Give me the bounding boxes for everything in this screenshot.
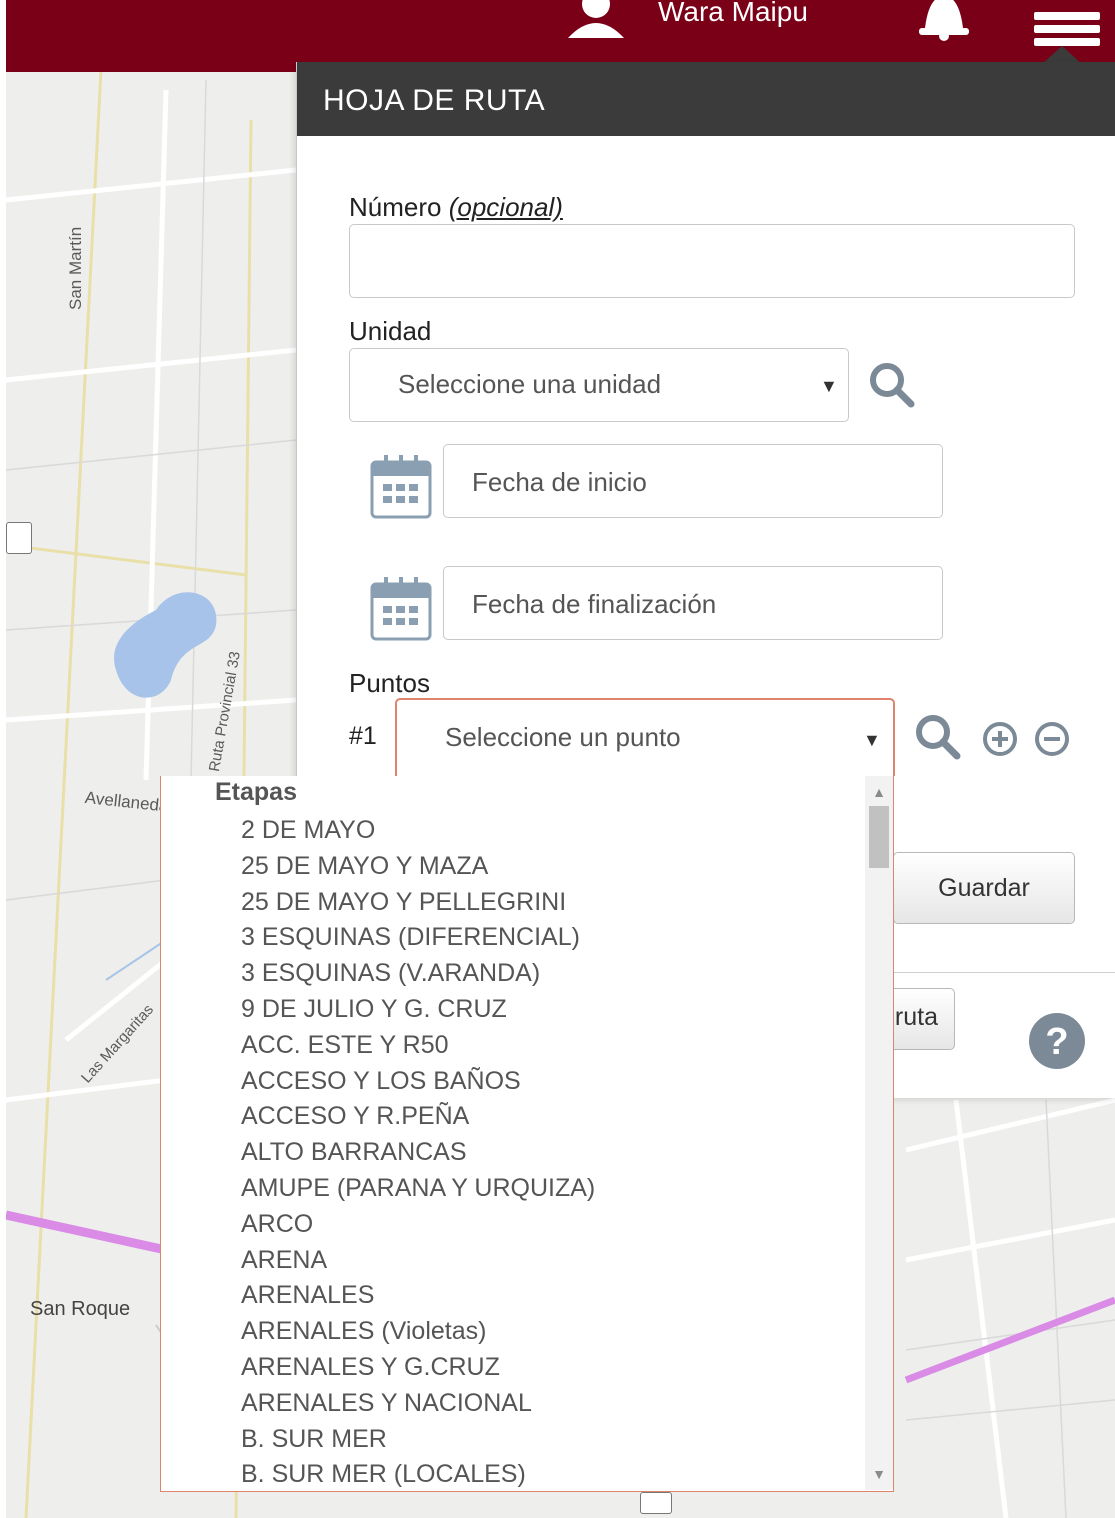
help-icon[interactable]: ?: [1028, 1012, 1086, 1070]
scrollbar-thumb[interactable]: [869, 806, 889, 868]
bell-icon[interactable]: [911, 0, 977, 44]
numero-label: Número (opcional): [349, 192, 563, 222]
dropdown-option[interactable]: ALTO BARRANCAS: [241, 1135, 595, 1171]
punto-dropdown-list[interactable]: Etapas 2 DE MAYO 25 DE MAYO Y MAZA 25 DE…: [160, 776, 894, 1492]
dropdown-option[interactable]: 9 DE JULIO Y G. CRUZ: [241, 992, 595, 1028]
dropdown-option[interactable]: 25 DE MAYO Y MAZA: [241, 849, 595, 885]
add-point-icon[interactable]: [981, 720, 1019, 758]
dropdown-options: 2 DE MAYO 25 DE MAYO Y MAZA 25 DE MAYO Y…: [241, 813, 595, 1491]
scroll-down-arrow-icon[interactable]: ▼: [865, 1464, 893, 1484]
dropdown-option[interactable]: ARENALES Y G.CRUZ: [241, 1350, 595, 1386]
map-marker-bottom: [640, 1492, 672, 1514]
panel-header: HOJA DE RUTA: [297, 62, 1115, 136]
scroll-up-arrow-icon[interactable]: ▲: [865, 782, 893, 802]
dropdown-option[interactable]: 3 ESQUINAS (DIFERENCIAL): [241, 920, 595, 956]
chevron-down-icon: ▼: [820, 376, 838, 396]
calendar-end-icon[interactable]: [369, 576, 433, 642]
puntos-label: Puntos: [349, 668, 430, 698]
dropdown-option[interactable]: ARENALES (Violetas): [241, 1314, 595, 1350]
fecha-fin-placeholder: Fecha de finalización: [472, 589, 717, 619]
fecha-fin-input[interactable]: Fecha de finalización: [443, 566, 943, 640]
screen: San Martín Ruta Provincial 33 Avellaneda…: [0, 0, 1115, 1518]
dropdown-option[interactable]: ACCESO Y R.PEÑA: [241, 1099, 595, 1135]
unidad-label: Unidad: [349, 316, 432, 346]
menu-icon[interactable]: [1030, 12, 1106, 46]
dropdown-option[interactable]: 25 DE MAYO Y PELLEGRINI: [241, 885, 595, 921]
dropdown-option[interactable]: ACC. ESTE Y R50: [241, 1028, 595, 1064]
chevron-down-icon: ▼: [863, 730, 881, 750]
dropdown-option[interactable]: ARCO: [241, 1207, 595, 1243]
dropdown-option[interactable]: B. SUR MER: [241, 1422, 595, 1458]
user-icon[interactable]: [564, 0, 628, 44]
dropdown-option[interactable]: ARENA: [241, 1243, 595, 1279]
dropdown-option[interactable]: ARENALES: [241, 1278, 595, 1314]
unidad-placeholder: Seleccione una unidad: [398, 369, 662, 399]
guardar-button[interactable]: Guardar: [893, 852, 1075, 924]
dropdown-scrollbar[interactable]: ▲ ▼: [865, 776, 893, 1490]
map-label-san-roque: San Roque: [30, 1298, 131, 1320]
dropdown-option[interactable]: ACCESO Y LOS BAÑOS: [241, 1064, 595, 1100]
dropdown-option[interactable]: 2 DE MAYO: [241, 813, 595, 849]
svg-text:?: ?: [1045, 1021, 1068, 1063]
map-marker-left: [6, 522, 32, 554]
search-punto-icon[interactable]: [913, 712, 963, 762]
dropdown-group-label: Etapas: [215, 778, 297, 806]
map-label-san-martin: San Martín: [66, 226, 85, 310]
remove-point-icon[interactable]: [1033, 720, 1071, 758]
unidad-select[interactable]: Seleccione una unidad ▼: [349, 348, 849, 422]
fecha-inicio-input[interactable]: Fecha de inicio: [443, 444, 943, 518]
numero-input[interactable]: [349, 224, 1075, 298]
dropdown-option[interactable]: 3 ESQUINAS (V.ARANDA): [241, 956, 595, 992]
punto-select[interactable]: Seleccione un punto ▼: [395, 698, 895, 776]
dropdown-option[interactable]: B. SUR MER (LOCALES): [241, 1457, 595, 1491]
panel-title: HOJA DE RUTA: [323, 84, 546, 117]
calendar-start-icon[interactable]: [369, 454, 433, 520]
fecha-inicio-placeholder: Fecha de inicio: [472, 467, 647, 497]
dropdown-option[interactable]: AMUPE (PARANA Y URQUIZA): [241, 1171, 595, 1207]
search-unidad-icon[interactable]: [867, 360, 917, 410]
user-name[interactable]: Wara Maipu: [658, 0, 808, 32]
punto-index: #1: [349, 722, 377, 750]
dropdown-option[interactable]: ARENALES Y NACIONAL: [241, 1386, 595, 1422]
punto-placeholder: Seleccione un punto: [445, 722, 681, 752]
